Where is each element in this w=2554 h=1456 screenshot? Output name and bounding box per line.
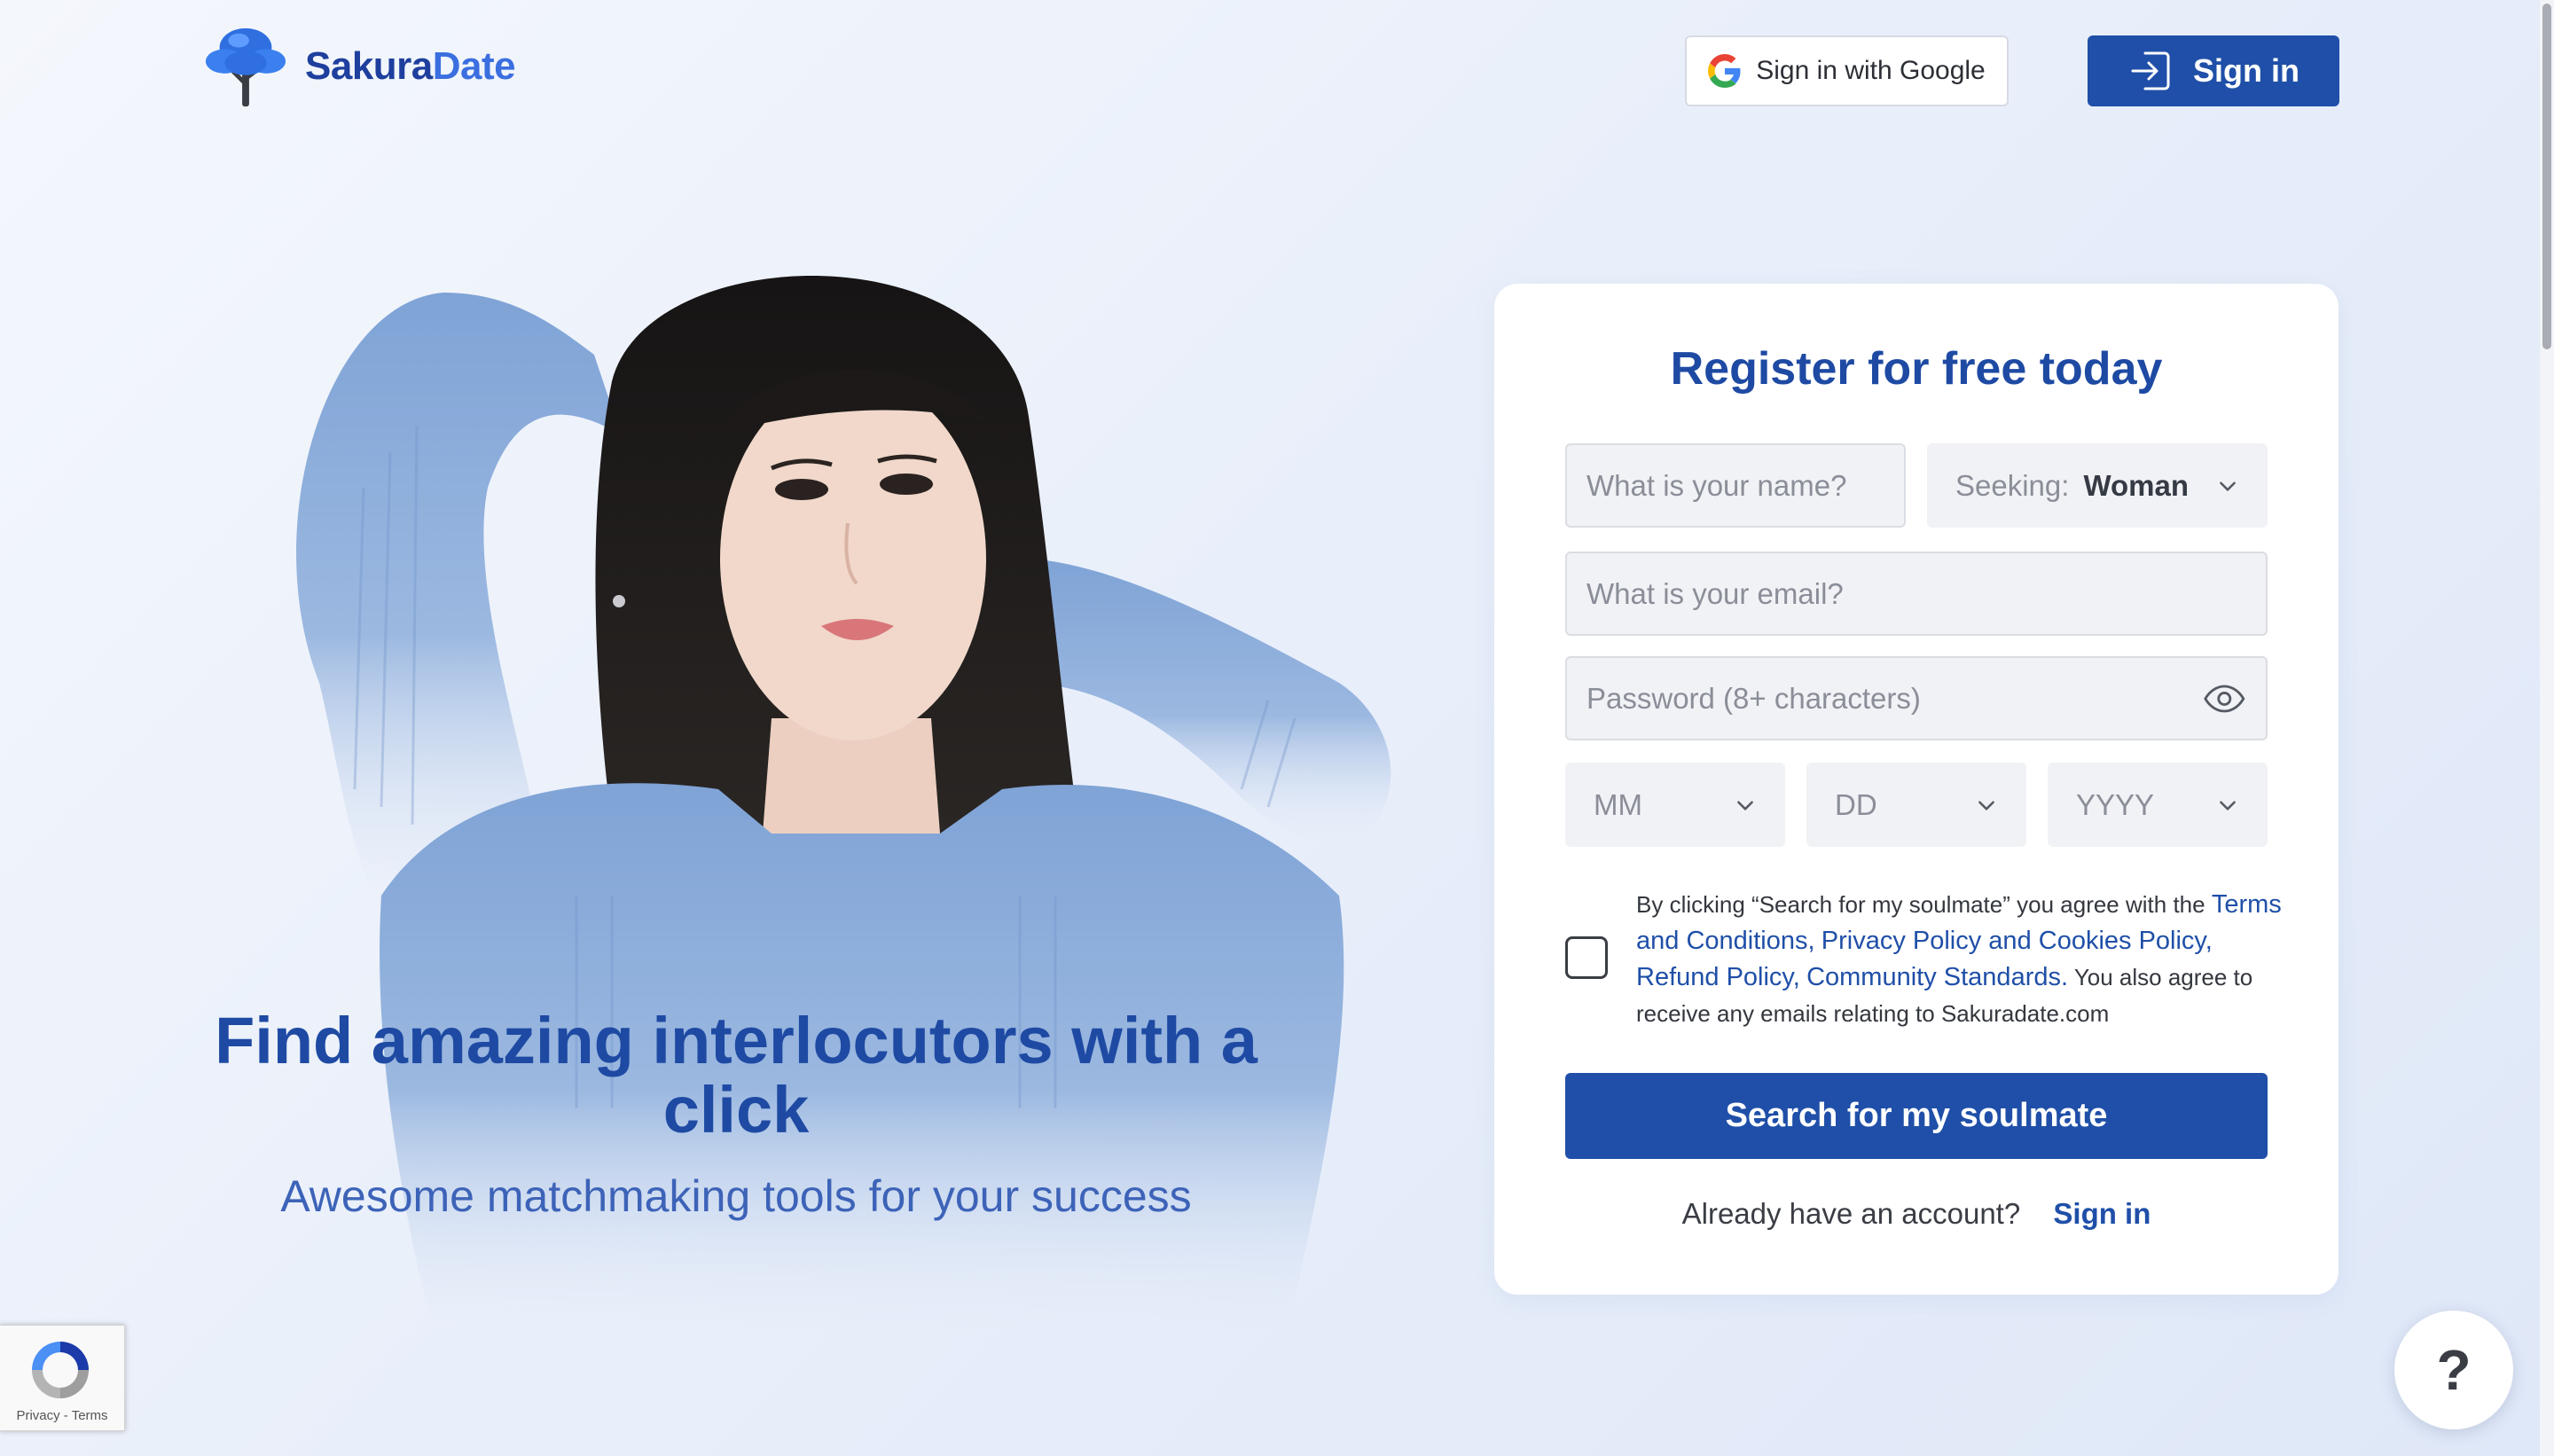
birth-year-select[interactable]: YYYY (2048, 763, 2268, 847)
terms-checkbox[interactable] (1565, 936, 1608, 979)
consent-prefix: By clicking “Search for my soulmate” you… (1636, 891, 2205, 918)
scrollbar-thumb[interactable] (2542, 4, 2551, 349)
birth-day-select[interactable]: DD (1806, 763, 2026, 847)
email-input[interactable] (1586, 576, 2246, 611)
google-g-icon (1708, 54, 1741, 88)
name-field-container (1565, 443, 1906, 528)
recaptcha-icon (32, 1342, 89, 1398)
brand-name: SakuraDate (305, 44, 516, 89)
hero-subtitle: Awesome matchmaking tools for your succe… (280, 1171, 1192, 1221)
brand-name-part1: Sakura (305, 44, 433, 88)
brand-name-part2: Date (432, 44, 516, 88)
chevron-down-icon (2220, 800, 2236, 810)
sign-in-arrow-icon (2131, 51, 2170, 90)
recaptcha-separator: - (63, 1408, 68, 1423)
recaptcha-terms-link[interactable]: Terms (72, 1408, 108, 1423)
hero-text: Find amazing interlocutors with a click … (204, 1006, 1268, 1228)
chevron-down-icon (2220, 481, 2236, 491)
scrollbar[interactable] (2540, 0, 2554, 1456)
seeking-label: Seeking: (1955, 468, 2070, 502)
header-sign-in-button[interactable]: Sign in (2088, 35, 2339, 106)
birth-year-value: YYYY (2076, 787, 2155, 821)
chevron-down-icon (1737, 800, 1753, 810)
eye-icon[interactable] (2203, 683, 2246, 715)
tree-icon (205, 27, 286, 107)
password-field-container (1565, 656, 2268, 740)
already-account-text: Already have an account? (1681, 1197, 2021, 1230)
birth-month-value: MM (1594, 787, 1642, 821)
recaptcha-badge[interactable]: Privacy - Terms (0, 1325, 125, 1431)
privacy-link[interactable]: Privacy Policy and Cookies Policy, (1821, 927, 2213, 955)
birth-day-value: DD (1835, 787, 1877, 821)
search-soulmate-button[interactable]: Search for my soulmate (1565, 1073, 2268, 1159)
recaptcha-links: Privacy - Terms (0, 1408, 124, 1423)
refund-link[interactable]: Refund Policy, (1636, 963, 1800, 991)
google-button-label: Sign in with Google (1756, 56, 1986, 85)
recaptcha-privacy-link[interactable]: Privacy (16, 1408, 59, 1423)
name-input[interactable] (1586, 468, 1884, 503)
hero-title: Find amazing interlocutors with a click (215, 1004, 1257, 1147)
registration-card: Register for free today Seeking: Woman M… (1494, 284, 2339, 1295)
consent-text: By clicking “Search for my soulmate” you… (1636, 887, 2284, 1032)
brand-logo[interactable]: SakuraDate (202, 23, 516, 110)
birth-month-select[interactable]: MM (1565, 763, 1785, 847)
sign-in-link[interactable]: Sign in (2053, 1197, 2151, 1230)
seeking-select[interactable]: Seeking: Woman (1927, 443, 2268, 528)
seeking-value: Woman (2083, 468, 2189, 502)
already-account-row: Already have an account? Sign in (1494, 1197, 2339, 1231)
sign-in-button-label: Sign in (2193, 52, 2299, 89)
chevron-down-icon (1978, 800, 1994, 810)
email-field-container (1565, 552, 2268, 636)
community-standards-link[interactable]: Community Standards. (1806, 963, 2068, 991)
password-input[interactable] (1586, 681, 2204, 716)
sign-in-with-google-button[interactable]: Sign in with Google (1685, 35, 2009, 106)
help-button[interactable]: ? (2394, 1311, 2513, 1429)
registration-title: Register for free today (1670, 343, 2163, 395)
